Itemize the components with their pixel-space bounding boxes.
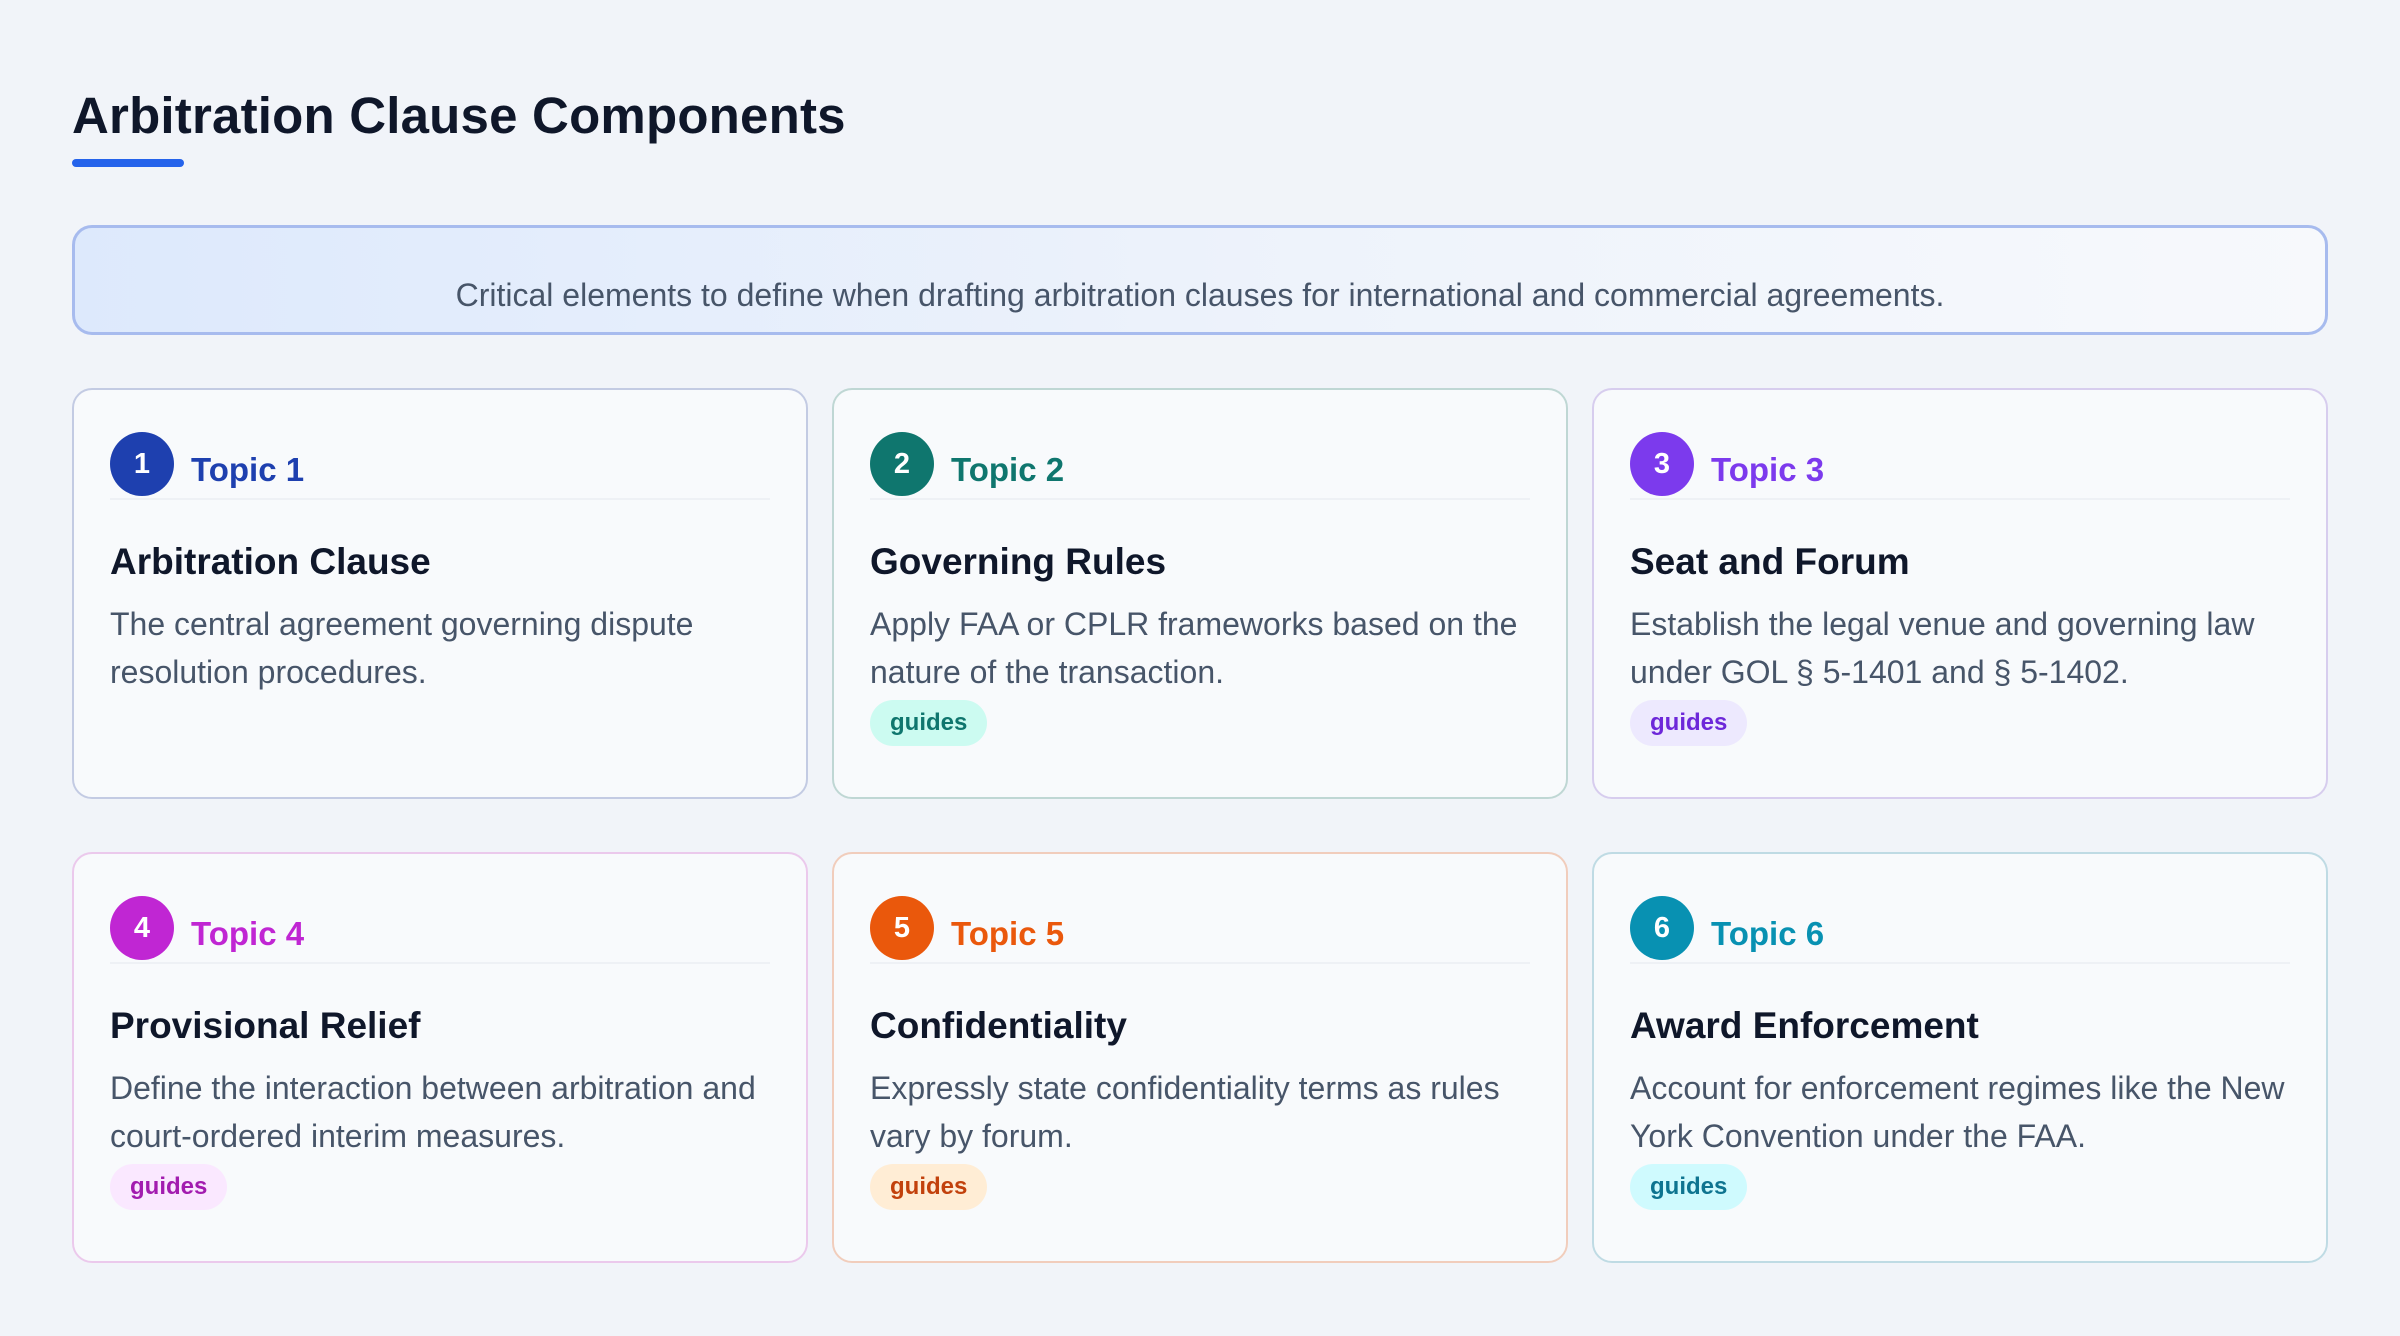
guides-tag[interactable]: guides bbox=[1630, 700, 1748, 746]
topic-card-1[interactable]: 1 Topic 1 Arbitration Clause The central… bbox=[72, 388, 808, 799]
topic-card-5[interactable]: 5 Topic 5 Confidentiality Expressly stat… bbox=[832, 852, 1568, 1263]
title-underline bbox=[72, 159, 184, 167]
number-badge: 6 bbox=[1630, 896, 1694, 960]
topic-label: Topic 3 bbox=[1711, 451, 1825, 488]
topic-card-3[interactable]: 3 Topic 3 Seat and Forum Establish the l… bbox=[1592, 388, 2328, 799]
card-description: Account for enforcement regimes like the… bbox=[1630, 1070, 2285, 1154]
intro-text: Critical elements to define when draftin… bbox=[455, 277, 1945, 313]
number-badge: 2 bbox=[870, 432, 934, 496]
card-description: Apply FAA or CPLR frameworks based on th… bbox=[870, 606, 1518, 690]
guides-tag[interactable]: guides bbox=[870, 700, 988, 746]
guides-tag[interactable]: guides bbox=[870, 1164, 988, 1210]
topic-label: Topic 4 bbox=[191, 915, 305, 952]
card-description: Establish the legal venue and governing … bbox=[1630, 606, 2255, 690]
topic-card-2[interactable]: 2 Topic 2 Governing Rules Apply FAA or C… bbox=[832, 388, 1568, 799]
card-header: 4 Topic 4 bbox=[110, 890, 770, 964]
topic-card-6[interactable]: 6 Topic 6 Award Enforcement Account for … bbox=[1592, 852, 2328, 1263]
card-title: Seat and Forum bbox=[1630, 541, 1910, 582]
card-header: 6 Topic 6 bbox=[1630, 890, 2290, 964]
card-title: Arbitration Clause bbox=[110, 541, 431, 582]
card-description: Expressly state confidentiality terms as… bbox=[870, 1070, 1500, 1154]
guides-tag[interactable]: guides bbox=[1630, 1164, 1748, 1210]
number-badge: 4 bbox=[110, 896, 174, 960]
number-badge: 3 bbox=[1630, 432, 1694, 496]
number-badge: 5 bbox=[870, 896, 934, 960]
card-title: Award Enforcement bbox=[1630, 1005, 1979, 1046]
topic-label: Topic 2 bbox=[951, 451, 1065, 488]
intro-banner: Critical elements to define when draftin… bbox=[72, 225, 2328, 335]
guides-tag[interactable]: guides bbox=[110, 1164, 228, 1210]
number-badge: 1 bbox=[110, 432, 174, 496]
card-description: Define the interaction between arbitrati… bbox=[110, 1070, 756, 1154]
page: Arbitration Clause Components Critical e… bbox=[0, 0, 2400, 1336]
card-header: 1 Topic 1 bbox=[110, 426, 770, 500]
topic-label: Topic 1 bbox=[191, 451, 305, 488]
card-title: Governing Rules bbox=[870, 541, 1167, 582]
card-header: 5 Topic 5 bbox=[870, 890, 1530, 964]
card-title: Confidentiality bbox=[870, 1005, 1127, 1046]
topic-card-4[interactable]: 4 Topic 4 Provisional Relief Define the … bbox=[72, 852, 808, 1263]
card-header: 2 Topic 2 bbox=[870, 426, 1530, 500]
card-header: 3 Topic 3 bbox=[1630, 426, 2290, 500]
card-description: The central agreement governing dispute … bbox=[110, 606, 694, 690]
topic-grid: 1 Topic 1 Arbitration Clause The central… bbox=[72, 388, 2328, 1263]
topic-label: Topic 6 bbox=[1711, 915, 1825, 952]
page-title: Arbitration Clause Components bbox=[72, 87, 846, 144]
topic-label: Topic 5 bbox=[951, 915, 1065, 952]
card-title: Provisional Relief bbox=[110, 1005, 421, 1046]
